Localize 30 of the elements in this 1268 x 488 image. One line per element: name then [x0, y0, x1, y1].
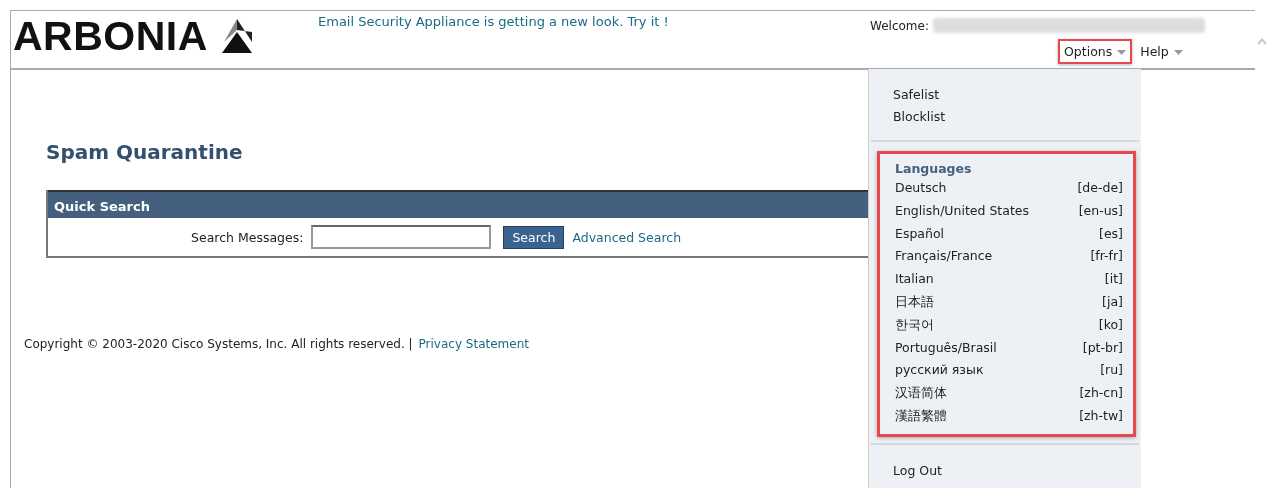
language-item[interactable]: Français/France [fr-fr] [895, 245, 1123, 269]
advanced-search-link[interactable]: Advanced Search [572, 229, 682, 245]
section-heading: Languages [895, 160, 973, 177]
menu-item[interactable]: Safelist [893, 86, 1117, 104]
language-item[interactable]: Português/Brasil [pt-br] [895, 336, 1123, 360]
logout-item[interactable]: Log Out [869, 444, 1141, 488]
search-field[interactable] [311, 225, 492, 249]
logo-icon [219, 18, 254, 54]
menu-item[interactable]: Blocklist [893, 108, 1117, 126]
nav-menu[interactable]: Help [1134, 39, 1189, 64]
privacy-link[interactable]: Privacy Statement [418, 337, 529, 351]
language-item[interactable]: Deutsch [de-de] [895, 177, 1123, 200]
language-item[interactable]: Español [es] [895, 222, 1123, 246]
caret-icon [1173, 49, 1183, 56]
language-item[interactable]: русский язык [ru] [895, 359, 1123, 383]
search-label: Search Messages: [191, 229, 304, 245]
search-button[interactable]: Search [503, 225, 565, 249]
caret-icon [1117, 49, 1127, 56]
language-item[interactable]: 汉语简体 [zh-cn] [895, 382, 1123, 405]
language-item[interactable]: English/United States [en-us] [895, 199, 1123, 223]
page-title: Spam Quarantine [46, 140, 244, 164]
language-item[interactable]: 漢語繁體 [zh-tw] [895, 404, 1123, 428]
logo-wordmark: ARBONIA [13, 14, 208, 58]
language-item[interactable]: Italian [it] [895, 268, 1123, 291]
language-item[interactable]: 한국어 [ko] [895, 313, 1123, 337]
language-item[interactable]: 日本語 [ja] [895, 291, 1123, 314]
nav-menu[interactable]: Options [1058, 39, 1133, 64]
copyright-text: Copyright © 2003-2020 Cisco Systems, Inc. All rights reserved. | [24, 337, 413, 351]
welcome-label: Welcome: [870, 18, 929, 33]
new-look-link[interactable]: Email Security Appliance is getting a new look. Try it ! [318, 11, 870, 29]
